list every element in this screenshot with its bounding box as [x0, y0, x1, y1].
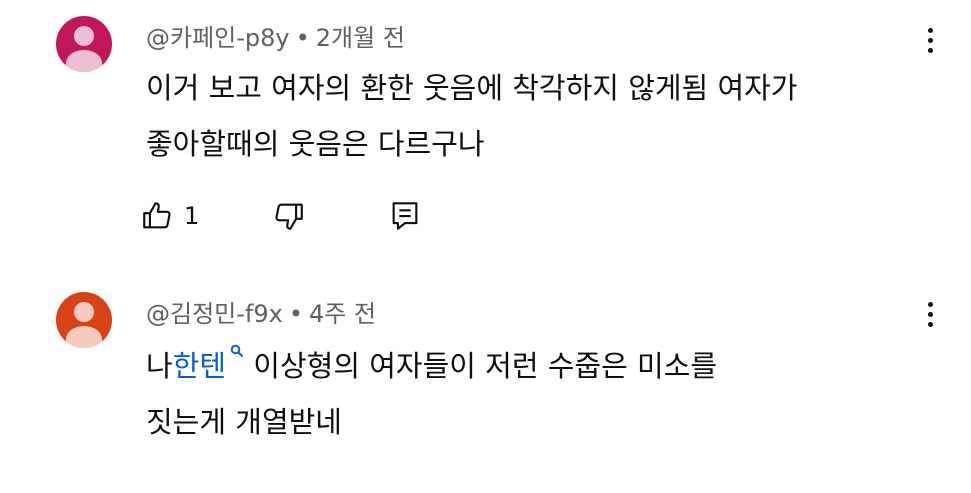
avatar[interactable] — [56, 16, 112, 72]
comment-meta: @카페인-p8y • 2개월 전 — [146, 22, 405, 54]
comment-time[interactable]: 2개월 전 — [316, 24, 405, 52]
reply-comment-icon — [392, 202, 418, 230]
avatar-body-shape — [66, 326, 102, 348]
search-link[interactable]: 한텐 — [173, 349, 226, 383]
comment-author[interactable]: @카페인-p8y — [146, 24, 290, 52]
more-options-button[interactable] — [918, 28, 942, 60]
comment-text-fragment: 이상형의 여자들이 저런 수줍은 미소를 — [244, 349, 718, 383]
more-options-button[interactable] — [918, 302, 942, 334]
comment-text: 이거 보고 여자의 환한 웃음에 착각하지 않게됨 여자가 좋아할때의 웃음은 … — [146, 60, 936, 172]
avatar[interactable] — [56, 292, 112, 348]
comment-text-line: 좋아할때의 웃음은 다르구나 — [146, 127, 485, 161]
like-count: 1 — [184, 202, 200, 230]
search-icon[interactable] — [230, 338, 244, 358]
comment-text-line: 짓는게 개열받네 — [146, 405, 342, 439]
vertical-dots-icon — [927, 302, 933, 307]
thumbs-up-icon — [143, 202, 171, 229]
avatar-body-shape — [66, 50, 102, 72]
meta-separator: • — [288, 300, 303, 328]
comment-actions: 1 — [140, 196, 460, 236]
comment-text-line: 이거 보고 여자의 환한 웃음에 착각하지 않게됨 여자가 — [146, 71, 798, 105]
comment-text: 나한텐 이상형의 여자들이 저런 수줍은 미소를 짓는게 개열받네 — [146, 338, 936, 450]
dislike-button[interactable] — [272, 196, 306, 236]
avatar-head-shape — [74, 302, 94, 322]
vertical-dots-icon — [927, 28, 933, 33]
reply-button[interactable] — [388, 196, 422, 236]
meta-separator: • — [295, 24, 310, 52]
avatar-head-shape — [74, 26, 94, 46]
comment-meta: @김정민-f9x • 4주 전 — [146, 298, 376, 330]
comment-author[interactable]: @김정민-f9x — [146, 300, 283, 328]
comment-text-line: 나한텐 이상형의 여자들이 저런 수줍은 미소를 — [146, 338, 936, 394]
like-button[interactable]: 1 — [140, 196, 199, 236]
comment-time[interactable]: 4주 전 — [309, 300, 376, 328]
comment-text-fragment: 나 — [146, 349, 173, 383]
thumbs-down-icon — [275, 203, 303, 230]
